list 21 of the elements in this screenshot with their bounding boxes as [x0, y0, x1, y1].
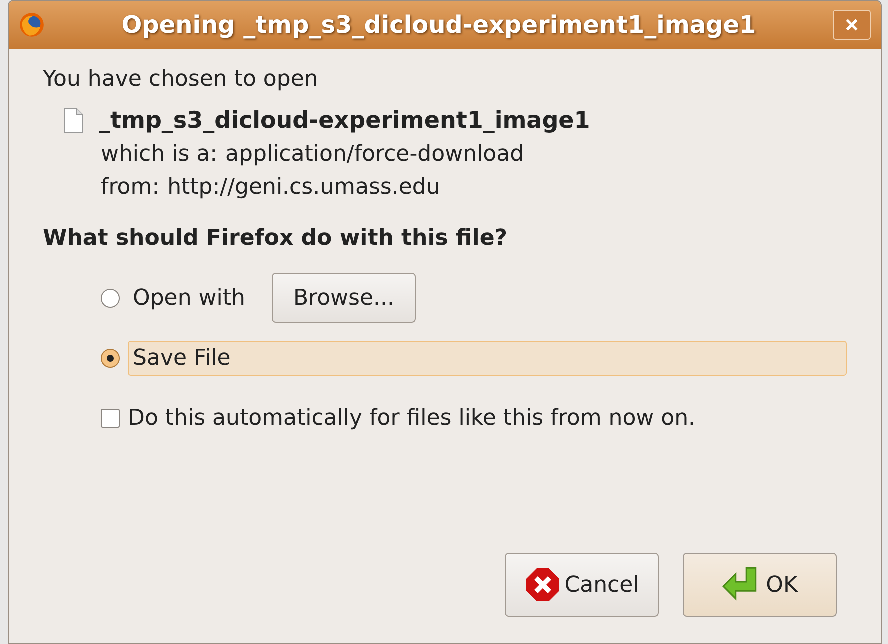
- window-title: Opening _tmp_s3_dicloud-experiment1_image1: [120, 11, 758, 39]
- from-value: http://geni.cs.umass.edu: [168, 175, 440, 200]
- type-value: application/force-download: [226, 142, 524, 167]
- radio-button[interactable]: [101, 288, 120, 308]
- option-label[interactable]: Save File: [128, 340, 847, 376]
- cancel-button[interactable]: Cancel: [505, 553, 659, 617]
- close-button[interactable]: [833, 10, 871, 40]
- from-label: from:: [101, 175, 160, 200]
- file-name: _tmp_s3_dicloud-experiment1_image1: [99, 108, 590, 134]
- radio-button[interactable]: [101, 348, 120, 368]
- stop-sign-icon: [524, 567, 561, 603]
- checkbox-label[interactable]: Do this automatically for files like this from now on.: [128, 406, 696, 430]
- checkbox[interactable]: [101, 408, 120, 428]
- option-label[interactable]: Open with: [128, 280, 250, 316]
- browse-button[interactable]: Browse...: [272, 273, 416, 323]
- document-icon: [63, 108, 85, 134]
- intro-text: You have chosen to open: [43, 67, 320, 92]
- ok-button[interactable]: OK: [683, 553, 837, 617]
- close-icon: [846, 19, 858, 31]
- question-heading: What should Firefox do with this file?: [43, 226, 509, 251]
- type-label: which is a:: [101, 142, 218, 167]
